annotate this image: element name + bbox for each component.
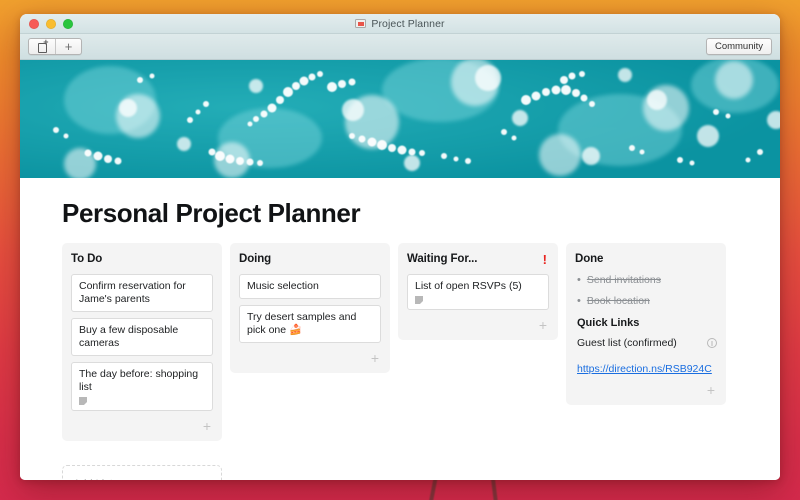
bullet-icon: • (577, 274, 581, 286)
community-button[interactable]: Community (705, 38, 772, 55)
kanban-board: To Do Confirm reservation for Jame's par… (20, 243, 780, 441)
new-note-button[interactable] (29, 39, 55, 54)
column-header: Doing (239, 253, 381, 265)
card-text: List of open RSVPs (5) (415, 280, 522, 292)
desktop-background: Project Planner + Community (0, 0, 800, 500)
card[interactable]: Confirm reservation for Jame's parents (71, 274, 213, 312)
card-text: The day before: shopping list (79, 368, 199, 393)
add-card-button[interactable]: + (71, 417, 213, 435)
card-text: Music selection (247, 280, 319, 292)
column-title: Waiting For... (407, 253, 478, 265)
column-header: To Do (71, 253, 213, 265)
column-doing[interactable]: Doing Music selection Try desert samples… (230, 243, 390, 373)
bullet-icon: • (577, 295, 581, 307)
new-note-icon (37, 39, 49, 53)
window-content: Personal Project Planner To Do Confirm r… (20, 178, 780, 480)
minimize-button[interactable] (46, 18, 56, 29)
add-card-button[interactable]: + (407, 316, 549, 334)
quick-link-row[interactable]: Guest list (confirmed) (577, 337, 717, 349)
plus-icon: + (64, 39, 73, 54)
add-card-button[interactable]: + (575, 381, 717, 399)
note-icon (415, 296, 423, 304)
zoom-button[interactable] (63, 18, 73, 29)
column-header: Waiting For... ! (407, 251, 549, 267)
close-button[interactable] (29, 18, 39, 29)
hero-image (20, 60, 780, 178)
quick-link-url[interactable]: https://direction.ns/RSB924C (577, 363, 712, 375)
window-toolbar: + Community (20, 34, 780, 60)
info-icon[interactable] (707, 338, 717, 348)
card[interactable]: Buy a few disposable cameras (71, 318, 213, 356)
traffic-lights (29, 18, 73, 29)
done-list-item[interactable]: • Book location (575, 295, 717, 307)
column-header: Done (575, 253, 717, 265)
column-title: Done (575, 253, 604, 265)
card[interactable]: Try desert samples and pick one 🍰 (239, 305, 381, 343)
card-text: Buy a few disposable cameras (79, 324, 179, 349)
done-list-item[interactable]: • Send invitations (575, 274, 717, 286)
column-waiting-for[interactable]: Waiting For... ! List of open RSVPs (5) … (398, 243, 558, 340)
card[interactable]: The day before: shopping list (71, 362, 213, 411)
column-done[interactable]: Done • Send invitations • Book location … (566, 243, 726, 405)
card[interactable]: Music selection (239, 274, 381, 299)
alert-icon: ! (542, 251, 547, 267)
window-title: Project Planner (371, 17, 445, 30)
column-to-do[interactable]: To Do Confirm reservation for Jame's par… (62, 243, 222, 441)
window-titlebar: Project Planner (20, 14, 780, 34)
quick-link-label: Guest list (confirmed) (577, 337, 677, 349)
window-title-group: Project Planner (20, 18, 780, 30)
column-title: To Do (71, 253, 103, 265)
add-list-button[interactable]: Add List (62, 465, 222, 480)
done-item-text: Book location (586, 295, 650, 307)
column-title: Doing (239, 253, 272, 265)
app-icon (355, 19, 367, 28)
done-item-text: Send invitations (586, 274, 661, 286)
add-card-button[interactable]: + (239, 349, 381, 367)
page-title: Personal Project Planner (62, 198, 361, 228)
note-icon (79, 397, 87, 405)
card-text: Try desert samples and pick one 🍰 (247, 311, 357, 336)
app-window: Project Planner + Community (20, 14, 780, 480)
toolbar-button-group: + (28, 38, 82, 55)
hero-banner (20, 60, 780, 178)
card[interactable]: List of open RSVPs (5) (407, 274, 549, 310)
add-button[interactable]: + (55, 39, 81, 54)
card-text: Confirm reservation for Jame's parents (79, 280, 186, 305)
quick-links-heading: Quick Links (577, 317, 640, 329)
